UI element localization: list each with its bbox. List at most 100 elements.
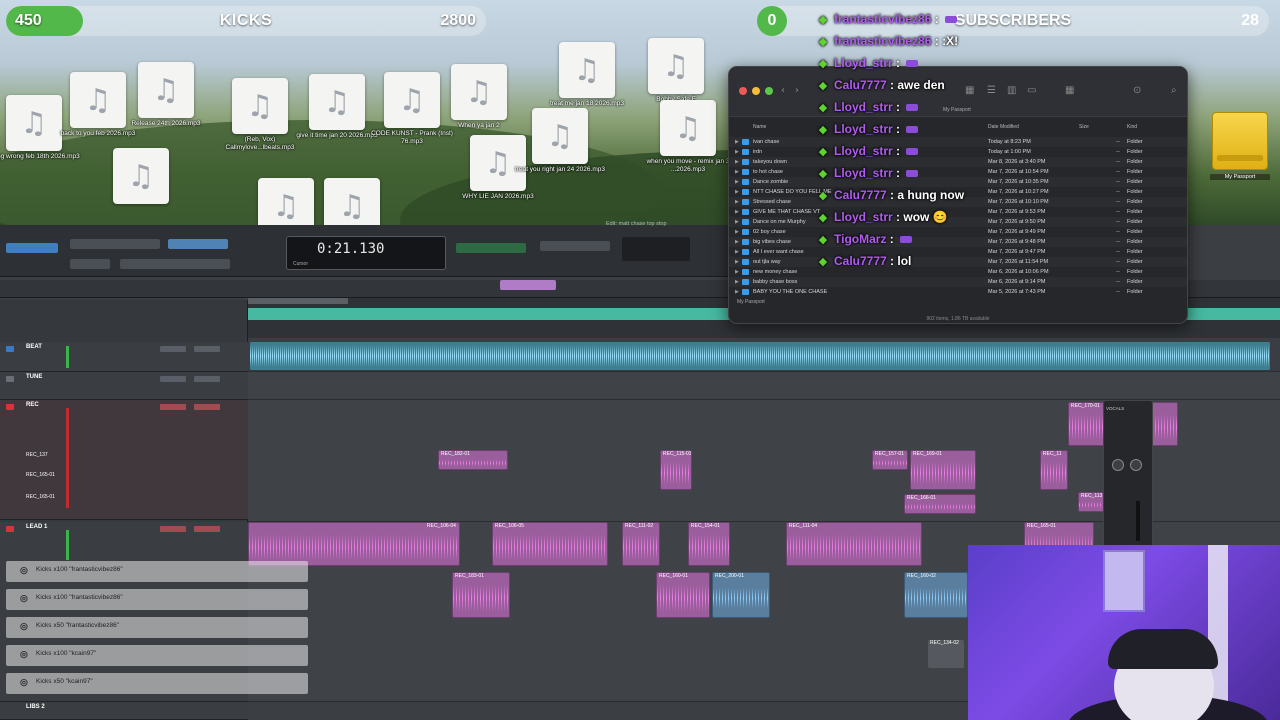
disclosure-triangle-icon[interactable]: ▶ [735, 257, 739, 267]
send-slot[interactable] [194, 376, 220, 382]
finder-row[interactable]: ▶ Dance zombie Mar 7, 2026 at 10:35 PM -- Fo… [729, 177, 1187, 187]
knob[interactable] [1130, 459, 1142, 471]
finder-row[interactable]: ▶ ivan chase Today at 8:23 PM -- Folder [729, 137, 1187, 147]
disclosure-triangle-icon[interactable]: ▶ [735, 287, 739, 297]
audio-clip[interactable]: REC_111-02 [622, 522, 660, 566]
beat-clip[interactable] [250, 342, 1270, 370]
finder-row[interactable]: ▶ BABY YOU THE ONE CHASE Mar 5, 2026 at 7:… [729, 287, 1187, 297]
audio-clip[interactable]: REC_182-01 [438, 450, 508, 470]
search-icon[interactable]: ⌕ [1171, 85, 1177, 96]
track-header[interactable]: REC REC_137 REC_165-01 REC_165-01 [0, 400, 248, 520]
audio-clip[interactable]: REC_169-01 [910, 450, 976, 490]
column-date[interactable]: Date Modified [988, 124, 1019, 130]
desktop-file[interactable]: ♫ treat you right jan 24 2026.mp3 [514, 108, 606, 174]
desktop-file[interactable]: ♫ When ya jan 2 [433, 64, 525, 130]
minimize-button[interactable] [752, 87, 760, 95]
group-icon[interactable]: ▦ [1065, 85, 1074, 96]
finder-row[interactable]: ▶ to hot chase Mar 7, 2026 at 10:54 PM -- Fo… [729, 167, 1187, 177]
disclosure-triangle-icon[interactable]: ▶ [735, 267, 739, 277]
finder-row[interactable]: ▶ new money chase Mar 6, 2026 at 10:06 PM -… [729, 267, 1187, 277]
track-header[interactable]: LIBS 2 [0, 702, 248, 720]
audio-clip[interactable]: REC_11 [1040, 450, 1068, 490]
marker-region[interactable] [500, 280, 556, 290]
knob[interactable] [1112, 459, 1124, 471]
audio-clip[interactable]: REC_200-01 [712, 572, 770, 618]
desktop-file[interactable]: ♫ [306, 178, 398, 225]
mode-button[interactable] [6, 243, 58, 253]
disclosure-triangle-icon[interactable]: ▶ [735, 217, 739, 227]
column-view-icon[interactable]: ▥ [1007, 85, 1016, 96]
close-button[interactable] [739, 87, 747, 95]
disclosure-triangle-icon[interactable]: ▶ [735, 247, 739, 257]
audio-clip[interactable]: REC_154-01 [688, 522, 730, 566]
edit-tools[interactable] [70, 239, 160, 249]
finder-row[interactable]: ▶ irdn Today at 1:00 PM -- Folder [729, 147, 1187, 157]
disclosure-triangle-icon[interactable]: ▶ [735, 177, 739, 187]
disclosure-triangle-icon[interactable]: ▶ [735, 137, 739, 147]
disclosure-triangle-icon[interactable]: ▶ [735, 147, 739, 157]
finder-row[interactable]: ▶ Dance on me Murphy Mar 7, 2026 at 9:50 P… [729, 217, 1187, 227]
desktop-file[interactable]: ♫Bobby Safe F [630, 38, 722, 104]
gallery-view-icon[interactable]: ▭ [1027, 85, 1036, 96]
record-button[interactable] [6, 526, 14, 532]
disclosure-triangle-icon[interactable]: ▶ [735, 207, 739, 217]
audio-clip[interactable]: REC_106-04 [248, 522, 460, 566]
send-slot[interactable] [194, 526, 220, 532]
plugin-window[interactable]: VOCALS [1103, 400, 1153, 550]
nudge-buttons[interactable] [120, 259, 230, 269]
column-name[interactable]: Name [753, 124, 766, 130]
finder-row[interactable]: ▶ babby chase boss Mar 6, 2026 at 9:14 PM -… [729, 277, 1187, 287]
audio-clip[interactable]: REC_170-01 [1068, 402, 1108, 446]
action-icon[interactable]: ⊙ [1133, 85, 1141, 96]
forward-icon[interactable]: › [795, 85, 799, 96]
desktop-file[interactable]: ♫ when you move - remix jan 3 ...2026.mp3 [642, 100, 734, 174]
disclosure-triangle-icon[interactable]: ▶ [735, 227, 739, 237]
audio-clip[interactable]: REC_115-03 [660, 450, 692, 490]
finder-row[interactable]: ▶ All I ever want chase Mar 7, 2026 at 9:4… [729, 247, 1187, 257]
audio-clip[interactable]: REC_183-01 [452, 572, 510, 618]
audio-clip[interactable]: REC_160-01 [656, 572, 710, 618]
track-header[interactable]: TUNE [0, 372, 248, 400]
external-drive[interactable]: My Passport [1210, 112, 1270, 180]
disclosure-triangle-icon[interactable]: ▶ [735, 157, 739, 167]
audio-clip[interactable]: REC_111-04 [786, 522, 922, 566]
record-button[interactable] [6, 346, 14, 352]
column-kind[interactable]: Kind [1127, 124, 1137, 130]
finder-row[interactable]: ▶ takeyou down Mar 8, 2026 at 3:40 PM -- Fol… [729, 157, 1187, 167]
disclosure-triangle-icon[interactable]: ▶ [735, 187, 739, 197]
finder-row[interactable]: ▶ out tjla way Mar 7, 2026 at 11:54 PM -- Fo… [729, 257, 1187, 267]
insert-slot[interactable] [160, 376, 186, 382]
audio-clip[interactable]: REC_160-02 [904, 572, 968, 618]
list-view-icon[interactable]: ☰ [987, 85, 996, 96]
finder-row[interactable]: ▶ GIVE ME THAT CHASE VT Mar 7, 2026 at 9:5… [729, 207, 1187, 217]
grid-value[interactable] [456, 243, 526, 253]
back-icon[interactable]: ‹ [781, 85, 785, 96]
track-mode-buttons[interactable] [70, 259, 110, 269]
audio-clip[interactable]: REC_134-02 [928, 640, 964, 668]
disclosure-triangle-icon[interactable]: ▶ [735, 197, 739, 207]
column-size[interactable]: Size [1079, 124, 1089, 130]
insert-slot[interactable] [160, 404, 186, 410]
grid-tools[interactable] [168, 239, 228, 249]
track-header[interactable]: BEAT [0, 342, 248, 372]
audio-clip[interactable]: REC_106-05 [492, 522, 608, 566]
transport-controls[interactable] [540, 241, 610, 251]
desktop-file[interactable]: ♫ [95, 148, 187, 206]
disclosure-triangle-icon[interactable]: ▶ [735, 277, 739, 287]
insert-slot[interactable] [160, 526, 186, 532]
record-button[interactable] [6, 376, 14, 382]
audio-clip[interactable]: REC_166-01 [904, 494, 976, 514]
audio-clip[interactable]: REC_157-01 [872, 450, 908, 470]
insert-slot[interactable] [160, 346, 186, 352]
track-lane-tune[interactable] [248, 372, 1280, 400]
icon-view-icon[interactable]: ▦ [965, 85, 974, 96]
finder-row[interactable]: ▶ big vibes chase Mar 7, 2026 at 9:48 PM --… [729, 237, 1187, 247]
disclosure-triangle-icon[interactable]: ▶ [735, 237, 739, 247]
disclosure-triangle-icon[interactable]: ▶ [735, 167, 739, 177]
fader[interactable] [1136, 501, 1140, 541]
desktop-file[interactable]: ♫ treat me jan 18 2026.mp3 [541, 42, 633, 108]
zoom-button[interactable] [765, 87, 773, 95]
track-lane-beat[interactable] [248, 340, 1280, 372]
desktop-file[interactable]: ♫ Release 24th 2026.mp3 [120, 62, 212, 128]
send-slot[interactable] [194, 346, 220, 352]
